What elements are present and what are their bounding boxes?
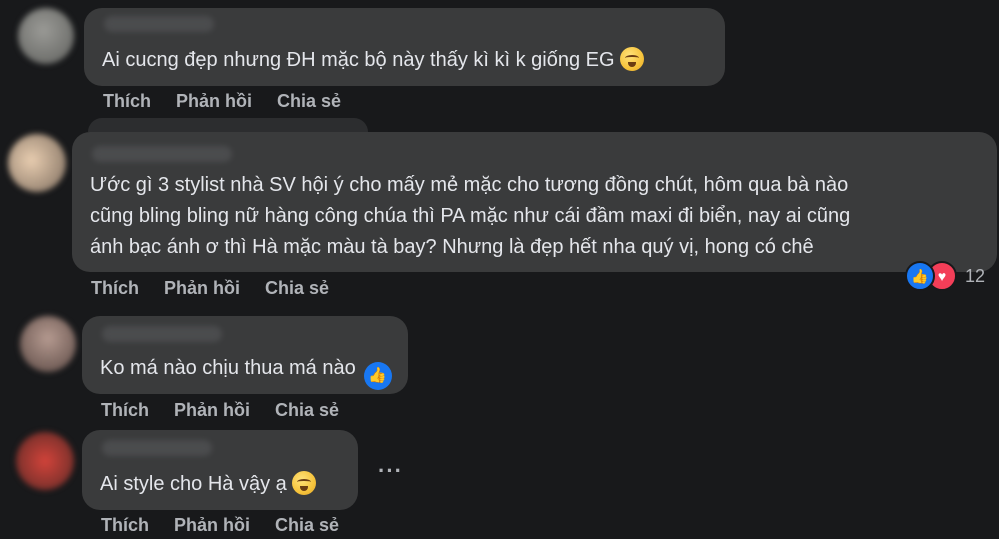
reaction-summary[interactable]: 👍 ♥ 12 <box>905 261 985 291</box>
author-name-blurred[interactable] <box>102 326 222 342</box>
reaction-count: 12 <box>965 265 986 286</box>
comment-text-content: Ko má nào chịu thua má nào <box>100 357 356 379</box>
avatar[interactable] <box>8 134 66 192</box>
reply-button[interactable]: Phản hồi <box>176 91 252 112</box>
like-button[interactable]: Thích <box>101 515 149 536</box>
more-options-icon[interactable]: ··· <box>378 458 403 484</box>
comment-text: Ko má nào chịu thua má nào 👍 <box>100 353 392 390</box>
comment-text-line-2: cũng bling bling nữ hàng công chúa thì P… <box>90 205 851 227</box>
comment-actions: Thích Phản hồi Chia sẻ <box>91 278 349 299</box>
share-button[interactable]: Chia sẻ <box>275 400 339 421</box>
comment-bubble: Ước gì 3 stylist nhà SV hội ý cho mấy mẻ… <box>72 132 997 272</box>
like-button[interactable]: Thích <box>101 400 149 421</box>
comment-bubble: Ai style cho Hà vậy ạ <box>82 430 358 510</box>
comment-text-line: cũng bling bling nữ hàng công chúa thì P… <box>90 201 850 232</box>
comment-text-line: Ước gì 3 stylist nhà SV hội ý cho mấy mẻ… <box>90 170 848 201</box>
reply-button[interactable]: Phản hồi <box>174 515 250 536</box>
author-name-blurred[interactable] <box>102 440 212 456</box>
like-button[interactable]: Thích <box>103 91 151 112</box>
share-button[interactable]: Chia sẻ <box>275 515 339 536</box>
like-icon: 👍 <box>905 261 935 291</box>
collapsed-reply-edge <box>88 118 368 132</box>
like-emoji-icon: 👍 <box>363 362 392 390</box>
like-button[interactable]: Thích <box>91 278 139 299</box>
comment-text: Ai style cho Hà vậy ạ <box>100 469 316 500</box>
avatar[interactable] <box>16 432 74 490</box>
comment-actions: Thích Phản hồi Chia sẻ <box>101 400 359 421</box>
comment-actions: Thích Phản hồi Chia sẻ <box>103 91 361 112</box>
comment-text-line: ánh bạc ánh ơ thì Hà mặc màu tà bay? Như… <box>90 232 814 263</box>
crying-face-emoji-icon <box>291 471 316 495</box>
comment-text-content: Ai cucng đẹp nhưng ĐH mặc bộ này thấy kì… <box>102 49 615 71</box>
share-button[interactable]: Chia sẻ <box>265 278 329 299</box>
comment-text: Ai cucng đẹp nhưng ĐH mặc bộ này thấy kì… <box>102 45 644 76</box>
reply-button[interactable]: Phản hồi <box>174 400 250 421</box>
avatar[interactable] <box>20 316 76 372</box>
comment-text-content: Ai style cho Hà vậy ạ <box>100 473 287 495</box>
comment-text-line-1: Ước gì 3 stylist nhà SV hội ý cho mấy mẻ… <box>90 174 849 196</box>
comment-bubble: Ko má nào chịu thua má nào 👍 <box>82 316 408 394</box>
comment-actions: Thích Phản hồi Chia sẻ <box>101 515 359 536</box>
comment-text-line-3: ánh bạc ánh ơ thì Hà mặc màu tà bay? Như… <box>90 236 814 258</box>
crying-face-emoji-icon <box>619 47 644 71</box>
comment-bubble: Ai cucng đẹp nhưng ĐH mặc bộ này thấy kì… <box>84 8 725 86</box>
reply-button[interactable]: Phản hồi <box>164 278 240 299</box>
author-name-blurred[interactable] <box>104 16 214 32</box>
author-name-blurred[interactable] <box>92 146 232 162</box>
avatar[interactable] <box>18 8 74 64</box>
share-button[interactable]: Chia sẻ <box>277 91 341 112</box>
